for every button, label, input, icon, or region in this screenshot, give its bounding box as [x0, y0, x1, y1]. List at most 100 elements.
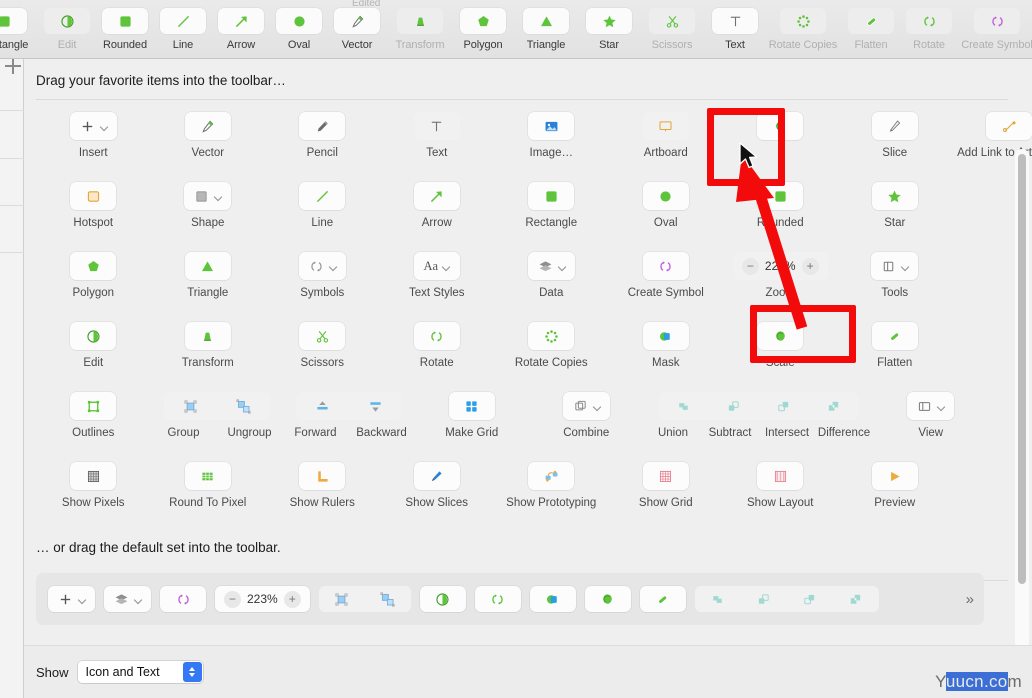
zoom-out-button[interactable]: − — [224, 590, 241, 608]
vector-pen-icon[interactable] — [184, 112, 231, 140]
add-link-icon[interactable] — [986, 112, 1032, 140]
show-grid-icon[interactable] — [642, 462, 689, 490]
show-layout-icon[interactable] — [757, 462, 804, 490]
rotate-icon[interactable] — [474, 586, 521, 612]
zoom-value: 223% — [247, 592, 278, 606]
plus-icon[interactable] — [69, 112, 117, 140]
rotate-icon[interactable] — [413, 322, 460, 350]
toolbar-item-rectangle[interactable]: Rectangle — [0, 0, 38, 51]
show-rulers-icon[interactable] — [299, 462, 346, 490]
group-icon[interactable] — [163, 392, 217, 420]
grid-item-label: Preview — [874, 497, 916, 509]
toolbar-item-create-symbol[interactable]: Create Symbol — [958, 0, 1032, 51]
overflow-chevron-icon[interactable]: » — [966, 591, 974, 608]
difference-icon[interactable] — [832, 586, 879, 612]
toolbar-item-rounded[interactable]: Rounded — [96, 0, 154, 51]
hotspot-icon[interactable] — [70, 182, 117, 210]
toolbar-item-oval[interactable]: Oval — [270, 0, 328, 51]
grid-cell-edit: Edit — [36, 316, 151, 370]
artboard-icon[interactable] — [642, 112, 689, 140]
shape-gray-icon[interactable] — [184, 182, 232, 210]
edit-leaf-icon[interactable] — [419, 586, 466, 612]
ungroup-icon[interactable] — [216, 392, 270, 420]
round-to-pixel-icon[interactable] — [184, 462, 231, 490]
forward-icon[interactable] — [295, 392, 349, 420]
union-icon[interactable] — [658, 392, 709, 420]
intersect-icon[interactable] — [786, 586, 833, 612]
arrow-icon[interactable] — [413, 182, 460, 210]
plus-icon[interactable] — [48, 586, 95, 612]
transform-icon — [397, 8, 443, 34]
show-slices-icon[interactable] — [413, 462, 460, 490]
polygon-icon[interactable] — [70, 252, 117, 280]
line-icon[interactable] — [299, 182, 346, 210]
toolbar-item-triangle[interactable]: Triangle — [512, 0, 580, 51]
zoom-stepper-strip[interactable]: −223% + — [215, 586, 310, 612]
subtract-icon[interactable] — [708, 392, 759, 420]
toolbar-item-polygon[interactable]: Polygon — [454, 0, 512, 51]
text-t-icon[interactable] — [413, 112, 460, 140]
create-symbol-icon[interactable] — [642, 252, 689, 280]
zoom-out-button[interactable]: − — [741, 257, 759, 275]
zoom-stepper[interactable]: −223% + — [732, 252, 828, 280]
difference-icon[interactable] — [808, 392, 859, 420]
scale-icon[interactable] — [584, 586, 631, 612]
scrollbar-thumb[interactable] — [1018, 154, 1026, 584]
toolbar-item-rotate[interactable]: Rotate — [900, 0, 958, 51]
toolbar-item-flatten[interactable]: Flatten — [842, 0, 900, 51]
grid-item-label: Vector — [191, 147, 225, 159]
intersect-icon[interactable] — [758, 392, 809, 420]
rounded-square-green-icon — [0, 8, 27, 34]
toolbar-item-rotate-copies[interactable]: Rotate Copies — [764, 0, 842, 51]
oval-icon[interactable] — [642, 182, 689, 210]
rotate-copies-icon[interactable] — [528, 322, 575, 350]
toolbar-item-arrow[interactable]: Arrow — [212, 0, 270, 51]
edit-leaf-icon[interactable] — [70, 322, 117, 350]
rounded-square-green-icon[interactable] — [757, 182, 804, 210]
default-toolbar-set-strip[interactable]: −223% + » — [36, 573, 984, 625]
show-pixels-icon[interactable] — [70, 462, 117, 490]
transform-icon[interactable] — [184, 322, 231, 350]
tools-icon[interactable] — [871, 252, 919, 280]
rounded-square-green-icon[interactable] — [528, 182, 575, 210]
preview-play-icon[interactable] — [871, 462, 918, 490]
combine-icon[interactable] — [562, 392, 610, 420]
flatten-icon[interactable] — [639, 586, 686, 612]
flatten-icon[interactable] — [871, 322, 918, 350]
scissors-icon[interactable] — [299, 322, 346, 350]
triangle-icon[interactable] — [184, 252, 231, 280]
backward-icon[interactable] — [348, 392, 402, 420]
mask-icon[interactable] — [642, 322, 689, 350]
mask-icon[interactable] — [529, 586, 576, 612]
toolbar-item-edit[interactable]: Edit — [38, 0, 96, 51]
grid-cell-rotate-copies: Rotate Copies — [494, 316, 609, 370]
data-layers-icon[interactable] — [104, 586, 151, 612]
subtract-icon[interactable] — [740, 586, 787, 612]
ungroup-icon[interactable] — [364, 586, 411, 612]
create-symbol-icon[interactable] — [160, 586, 206, 612]
symbols-icon[interactable] — [298, 252, 346, 280]
grid-row: Outlines Group Ungroup Forward Backward Make … — [36, 386, 1008, 456]
show-mode-select[interactable]: Icon and Text — [77, 661, 203, 683]
show-prototyping-icon[interactable] — [528, 462, 575, 490]
toolbar-item-text[interactable]: Text — [706, 0, 764, 51]
text-styles-aa-icon[interactable]: Aa — [413, 252, 460, 280]
grid-cell-star: Star — [838, 176, 953, 230]
image-icon[interactable] — [528, 112, 575, 140]
star-icon[interactable] — [871, 182, 918, 210]
slice-knife-icon[interactable] — [871, 112, 918, 140]
toolbar-item-scissors[interactable]: Scissors — [638, 0, 706, 51]
group-icon[interactable] — [318, 586, 365, 612]
toolbar-item-star[interactable]: Star — [580, 0, 638, 51]
view-icon[interactable] — [907, 392, 955, 420]
toolbar-item-transform[interactable]: Transform — [386, 0, 454, 51]
zoom-in-button[interactable]: + — [283, 590, 301, 608]
zoom-in-button[interactable]: + — [801, 257, 819, 275]
make-grid-icon[interactable] — [448, 392, 495, 420]
union-icon[interactable] — [694, 586, 741, 612]
pencil-icon[interactable] — [299, 112, 346, 140]
outlines-icon[interactable] — [70, 392, 117, 420]
toolbar-item-line[interactable]: Line — [154, 0, 212, 51]
chevron-updown-icon[interactable] — [182, 662, 202, 682]
data-layers-icon[interactable] — [527, 252, 575, 280]
